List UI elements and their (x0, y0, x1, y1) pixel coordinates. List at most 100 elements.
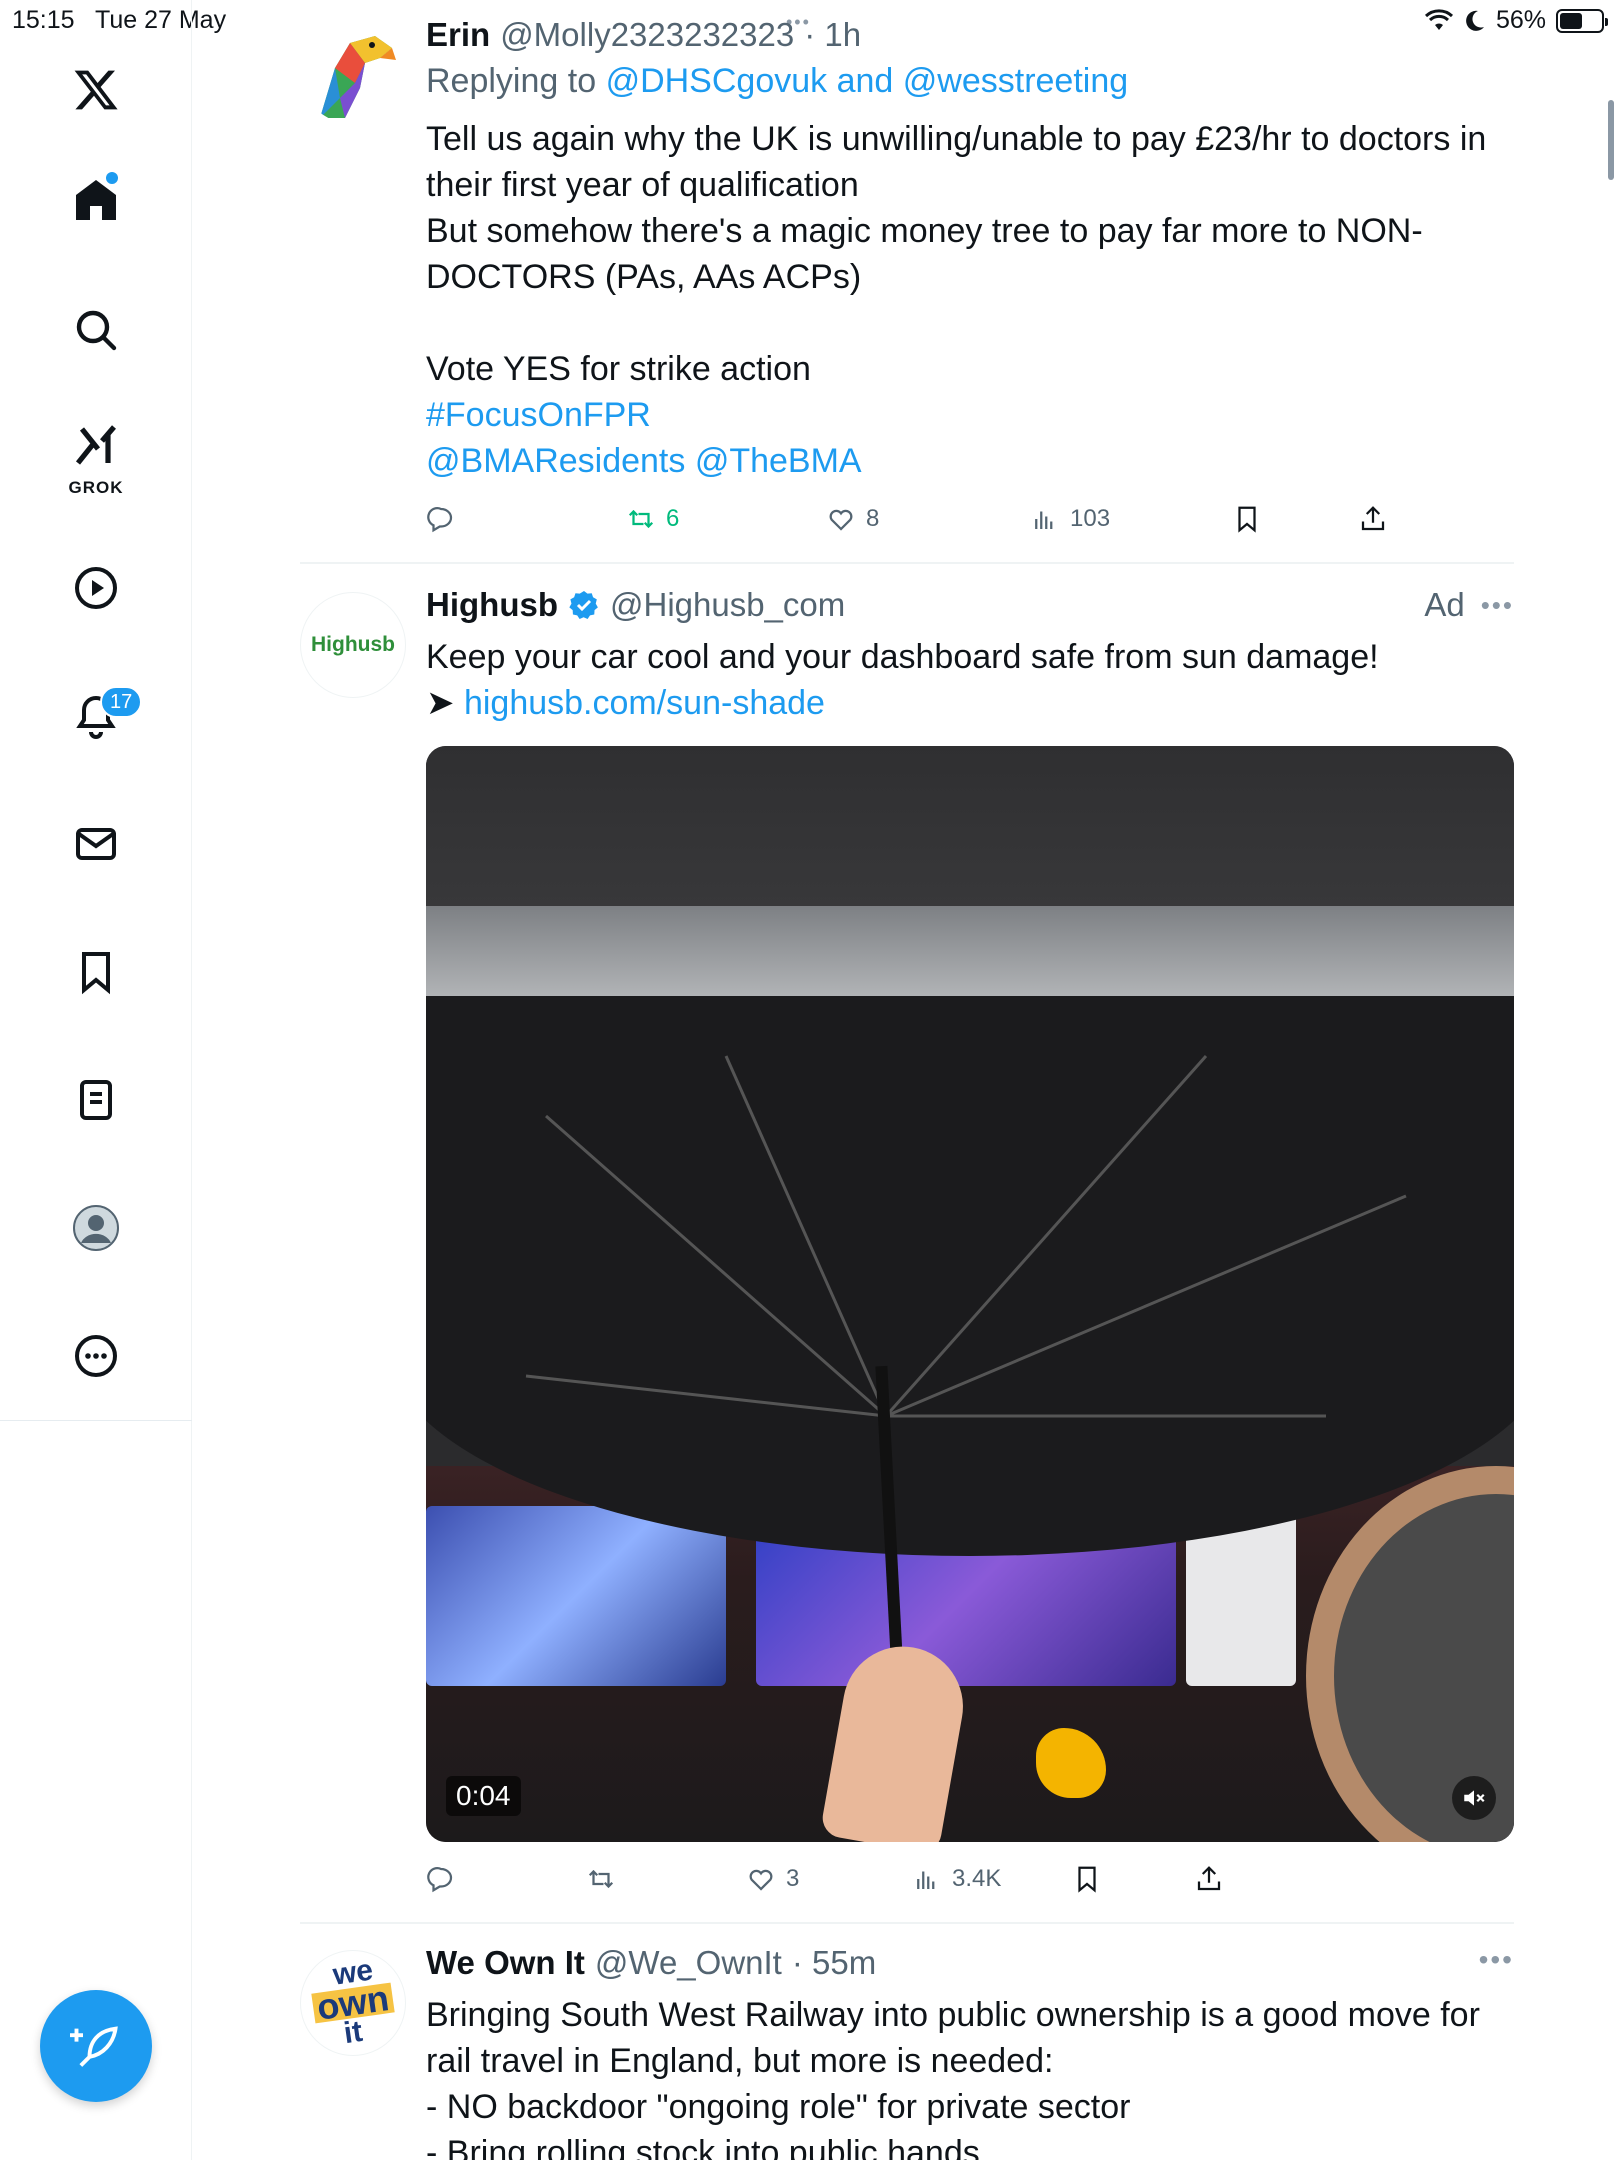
tweet-divider (300, 1922, 1514, 1924)
tweet-actions: 6 8 103 (426, 504, 1516, 544)
author-handle[interactable]: @We_OwnIt (595, 1944, 782, 1982)
arrow-glyph: ➤ (426, 684, 455, 722)
lists-icon[interactable] (56, 1060, 136, 1140)
compose-post-button[interactable] (40, 1990, 152, 2102)
share-icon (1361, 506, 1385, 531)
profile-icon[interactable] (56, 1188, 136, 1268)
ad-text: Keep your car cool and your dashboard sa… (426, 638, 1379, 676)
tweet-time[interactable]: · 55m (792, 1944, 876, 1982)
text-line: their first year of qualification (426, 166, 859, 204)
retweet-icon (588, 1869, 614, 1889)
text-line: Bringing South West Railway into public … (426, 1996, 1480, 2034)
avatar[interactable]: Highusb (300, 592, 406, 698)
tweet-we-own-it[interactable]: we own it We Own It @We_OwnIt · 55m ••• … (300, 1944, 1514, 2160)
author-handle[interactable]: @Molly2323232323 (500, 16, 794, 54)
share-button[interactable] (1358, 504, 1388, 534)
mentions-link[interactable]: @BMAResidents @TheBMA (426, 438, 1516, 484)
eagle-avatar-icon (300, 18, 406, 124)
notifications-badge: 17 (100, 686, 143, 718)
mute-button[interactable] (1452, 1776, 1496, 1820)
ad-label-group: Ad ••• (1424, 586, 1514, 624)
home-icon[interactable] (56, 160, 136, 240)
views-icon (917, 1871, 935, 1889)
tweet-divider (300, 562, 1514, 564)
text-line: - NO backdoor "ongoing role" for private… (426, 2088, 1131, 2126)
search-icon[interactable] (56, 290, 136, 370)
we-own-it-logo-line: it (341, 2014, 365, 2051)
bookmark-icon (1078, 1866, 1096, 1893)
more-options-icon[interactable]: ••• (1479, 1944, 1514, 1976)
tweet-header: Highusb @Highusb_com (426, 586, 845, 624)
x-logo-icon[interactable] (56, 50, 136, 130)
author-name[interactable]: We Own It (426, 1944, 585, 1982)
sidebar: GROK 17 (0, 0, 192, 2160)
compose-post-icon (70, 2026, 118, 2067)
bookmarks-icon[interactable] (56, 932, 136, 1012)
ad-label: Ad (1424, 586, 1465, 623)
views-icon (1035, 511, 1053, 529)
tweet-time[interactable]: · 1h (804, 16, 861, 54)
share-button[interactable] (1194, 1864, 1224, 1894)
text-line: DOCTORS (PAs, AAs ACPs) (426, 258, 862, 296)
reply-icon (427, 1867, 453, 1893)
text-line-blank (426, 300, 1516, 346)
retweet-button[interactable]: 6 (626, 504, 679, 534)
author-name[interactable]: Highusb (426, 586, 558, 624)
tweet-erin[interactable]: Erin @Molly2323232323 · 1h Replying to @… (300, 16, 1514, 556)
bookmark-button[interactable] (1232, 504, 1262, 534)
verified-badge-icon (569, 591, 598, 619)
tweet-actions: 3 3.4K (426, 1864, 1516, 1904)
like-button[interactable]: 3 (746, 1864, 799, 1894)
heart-icon (829, 509, 853, 531)
grok-label: GROK (68, 478, 124, 497)
heart-icon (749, 1869, 773, 1891)
views-button[interactable]: 103 (1030, 504, 1110, 534)
share-icon (1197, 1866, 1221, 1891)
avatar[interactable] (300, 18, 406, 124)
video-icon[interactable] (56, 548, 136, 628)
tweet-text: Tell us again why the UK is unwilling/un… (426, 116, 1516, 484)
more-options-icon[interactable]: ••• (1481, 590, 1514, 621)
replying-to: Replying to @DHSCgovuk and @wesstreeting (426, 58, 1516, 104)
tweet-text: Bringing South West Railway into public … (426, 1992, 1516, 2160)
bookmark-icon (1238, 506, 1256, 533)
reply-icon (427, 507, 453, 533)
tweet-text: Keep your car cool and your dashboard sa… (426, 634, 1516, 726)
battery-icon (1556, 8, 1608, 33)
like-count: 3 (786, 1865, 800, 1892)
scrollbar[interactable] (1608, 100, 1614, 180)
tweet-header: Erin @Molly2323232323 · 1h (426, 16, 861, 54)
messages-icon[interactable] (56, 804, 136, 884)
video-timestamp: 0:04 (446, 1776, 521, 1816)
home-unread-dot (106, 172, 118, 184)
text-line: But somehow there's a magic money tree t… (426, 212, 1423, 250)
ad-video[interactable]: 0:04 (426, 746, 1514, 1842)
reply-button[interactable] (426, 1864, 456, 1894)
view-count: 3.4K (952, 1865, 1002, 1892)
avatar[interactable]: we own it (300, 1950, 406, 2056)
retweet-button[interactable] (586, 1864, 616, 1894)
text-line: - Bring rolling stock into public hands (426, 2134, 980, 2160)
tweet-header: We Own It @We_OwnIt · 55m (426, 1944, 876, 1982)
ad-link[interactable]: highusb.com/sun-shade (464, 684, 825, 722)
retweet-count: 6 (666, 505, 680, 532)
grok-icon[interactable] (56, 410, 136, 480)
like-button[interactable]: 8 (826, 504, 879, 534)
author-name[interactable]: Erin (426, 16, 490, 54)
more-icon[interactable] (56, 1316, 136, 1396)
text-line: Tell us again why the UK is unwilling/un… (426, 120, 1487, 158)
author-handle[interactable]: @Highusb_com (610, 586, 845, 624)
sidebar-divider (0, 1420, 192, 1421)
bookmark-button[interactable] (1072, 1864, 1102, 1894)
reply-button[interactable] (426, 504, 456, 534)
muted-speaker-icon (1464, 1790, 1485, 1806)
text-line: Vote YES for strike action (426, 350, 811, 388)
like-count: 8 (866, 505, 880, 532)
replying-prefix: Replying to (426, 62, 597, 100)
view-count: 103 (1070, 505, 1111, 532)
retweet-icon (628, 509, 654, 529)
views-button[interactable]: 3.4K (912, 1864, 1001, 1894)
ad-link-line: ➤ highusb.com/sun-shade (426, 680, 1516, 726)
replying-to-link[interactable]: @DHSCgovuk and @wesstreeting (606, 62, 1129, 100)
hashtag-link[interactable]: #FocusOnFPR (426, 392, 1516, 438)
